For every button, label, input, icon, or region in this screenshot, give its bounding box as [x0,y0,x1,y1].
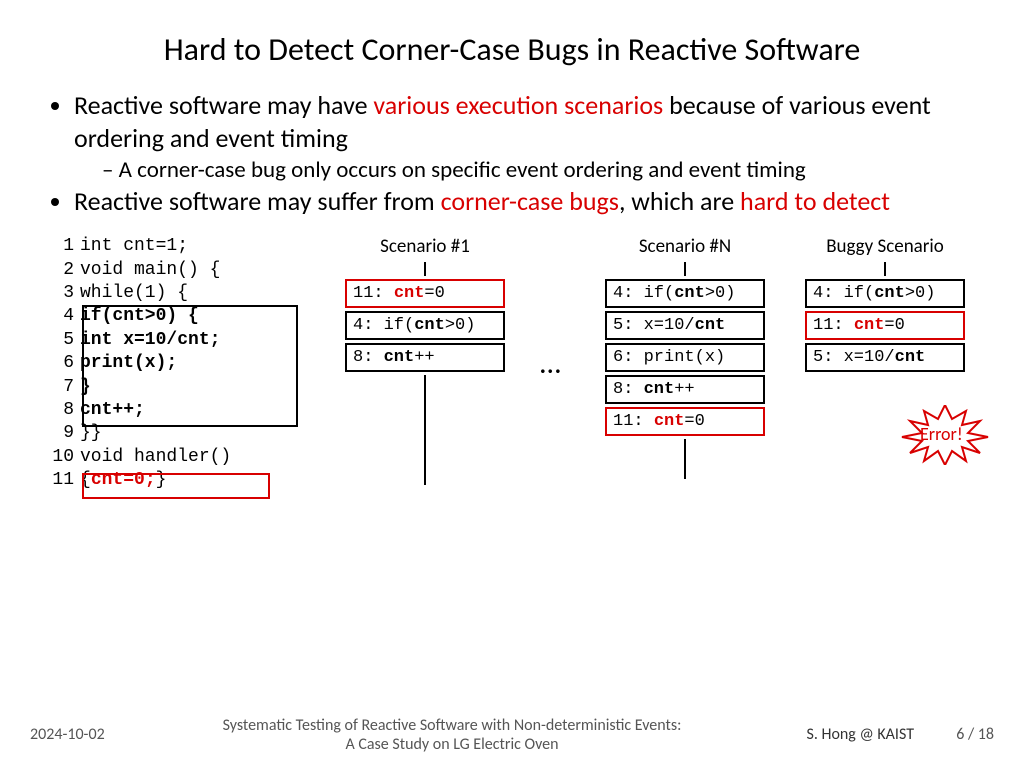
scenario-n: Scenario #N 4: if(cnt>0) 5: x=10/cnt 6: … [600,235,770,479]
code-highlight-main [82,305,298,427]
diagram-area: 1int cnt=1; 2void main() { 3 while(1) { … [40,235,984,555]
bullet-1-1: A corner-case bug only occurs on specifi… [102,156,984,185]
code-listing: 1int cnt=1; 2void main() { 3 while(1) { … [50,235,310,492]
slide-footer: 2024-10-02 Systematic Testing of Reactiv… [0,716,1024,754]
bullet-1: Reactive software may have various execu… [74,89,984,185]
footer-author: S. Hong @ KAIST [754,725,914,744]
slide-title: Hard to Detect Corner-Case Bugs in React… [40,30,984,69]
ellipsis: … [540,345,565,382]
bullet-2: Reactive software may suffer from corner… [74,185,984,218]
scenario-buggy: Buggy Scenario 4: if(cnt>0) 11: cnt=0 5:… [800,235,970,375]
footer-page: 6 / 18 [914,725,994,744]
error-burst-icon: Error! [900,405,990,465]
code-highlight-handler [82,473,270,499]
bullet-list: Reactive software may have various execu… [40,89,984,217]
footer-title: Systematic Testing of Reactive Software … [150,716,754,754]
scenario-1: Scenario #1 11: cnt=0 4: if(cnt>0) 8: cn… [340,235,510,485]
footer-date: 2024-10-02 [30,725,150,744]
